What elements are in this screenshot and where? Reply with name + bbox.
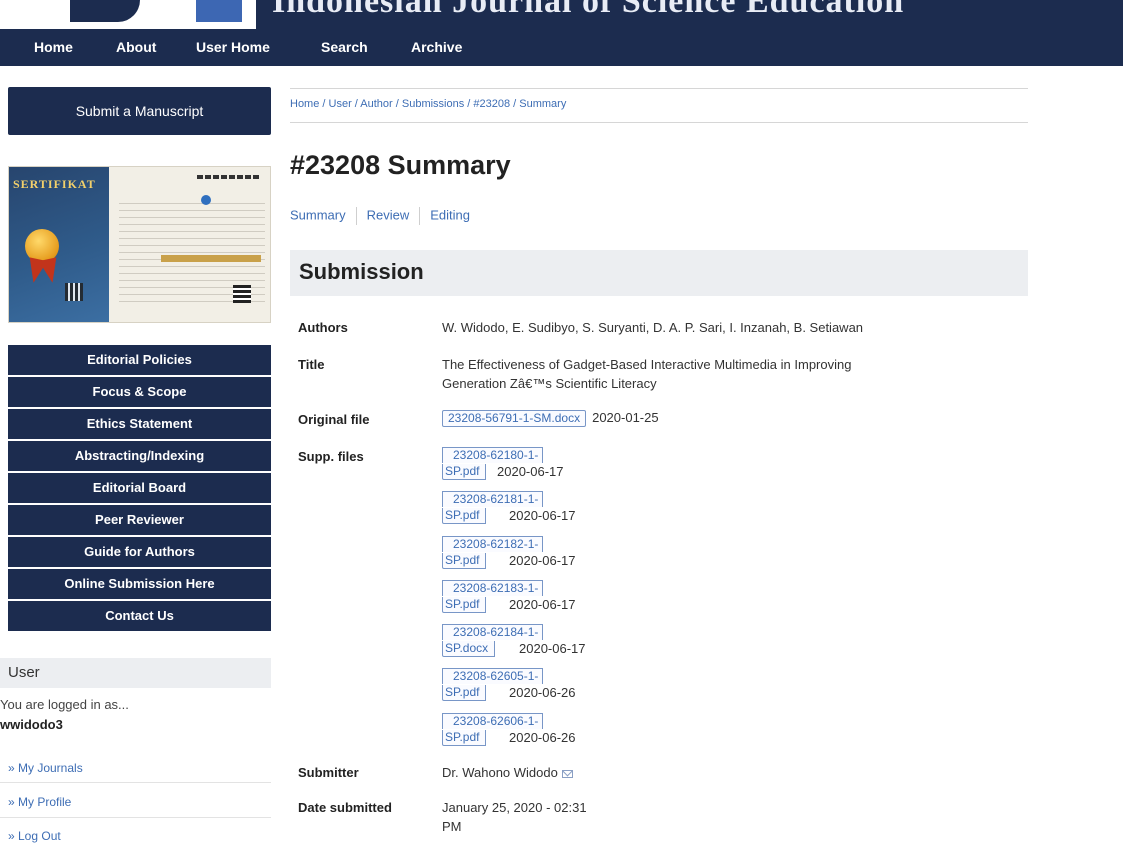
username: wwidodo3 [0,717,63,732]
certificate-gold-bar [161,255,261,262]
supp-file-link[interactable]: 23208-62605-1- [442,668,544,685]
divider [290,122,1028,123]
supp-file-date: 2020-06-26 [509,729,576,745]
date-submitted-label: Date submitted [298,800,392,815]
supp-files-list: 23208-62180-1- SP.pdf 2020-06-17 23208-6… [442,447,622,757]
certificate-header-strip [197,175,261,179]
original-file-row: 23208-56791-1-SM.docx 2020-01-25 [442,410,659,427]
logged-in-text: You are logged in as... [0,697,129,712]
submitter-value: Dr. Wahono Widodo [442,765,558,780]
supp-file-link[interactable]: SP.pdf [442,729,487,746]
journal-logo-accent [196,0,242,22]
divider [290,88,1028,89]
tab-editing[interactable]: Editing [430,207,470,222]
supp-file-link[interactable]: 23208-62606-1- [442,712,544,729]
sidebar-item-ethics-statement[interactable]: Ethics Statement [8,409,271,439]
supp-file-link[interactable]: 23208-62184-1- [442,624,544,641]
section-title: Submission [299,259,424,284]
supp-file-date: 2020-06-26 [509,685,576,701]
sidebar-item-editorial-policies[interactable]: Editorial Policies [8,345,271,375]
supp-file-link[interactable]: SP.pdf [442,596,487,613]
supp-file-link[interactable]: SP.pdf [442,508,487,525]
title-value-line1: The Effectiveness of Gadget-Based Intera… [442,357,852,372]
supp-file-link[interactable]: SP.pdf [442,685,487,702]
original-file-label: Original file [298,412,370,427]
page-title: #23208 Summary [290,150,511,180]
submitter-row: Dr. Wahono Widodo [442,765,573,780]
divider [355,207,357,225]
log-out-link[interactable]: » Log Out [8,829,61,843]
original-file-link[interactable]: 23208-56791-1-SM.docx [442,410,587,427]
nav-search[interactable]: Search [321,39,368,55]
tab-review[interactable]: Review [367,207,410,222]
journal-title: Indonesian Journal of Science Education [272,0,905,20]
supp-file-date: 2020-06-17 [497,464,564,479]
nav-about[interactable]: About [116,39,156,55]
nav-archive[interactable]: Archive [411,39,462,55]
supp-file-date: 2020-06-17 [509,508,576,524]
authors-value: W. Widodo, E. Sudibyo, S. Suryanti, D. A… [442,320,864,335]
divider [0,817,271,818]
certificate-banner[interactable]: SERTIFIKAT [8,166,271,323]
date-submitted-line2: PM [442,819,462,834]
divider [0,782,271,783]
supp-file-link[interactable]: 23208-62183-1- [442,579,544,596]
title-label: Title [298,357,325,372]
supp-file-item: 23208-62183-1- SP.pdf 2020-06-17 [442,579,622,624]
supp-file-item: 23208-62181-1- SP.pdf 2020-06-17 [442,491,622,535]
certificate-title: SERTIFIKAT [13,177,96,191]
supp-file-date: 2020-06-17 [509,596,576,612]
supp-files-label: Supp. files [298,449,364,464]
submission-tabs: Summary Review Editing [290,207,470,225]
authors-label: Authors [298,320,348,335]
date-submitted-line1: January 25, 2020 - 02:31 [442,800,587,815]
envelope-icon[interactable] [561,769,573,778]
sidebar-menu: Editorial Policies Focus & Scope Ethics … [8,345,271,633]
emblem-icon [201,195,211,205]
qr-code-icon [65,283,83,301]
my-profile-link[interactable]: » My Profile [8,795,71,809]
breadcrumb[interactable]: Home / User / Author / Submissions / #23… [290,98,566,110]
my-journals-link[interactable]: » My Journals [8,761,83,775]
supp-file-link[interactable]: SP.pdf [442,464,487,480]
divider [419,207,421,225]
sidebar-item-editorial-board[interactable]: Editorial Board [8,473,271,503]
supp-file-link[interactable]: 23208-62181-1- [442,491,544,508]
sidebar-item-guide-for-authors[interactable]: Guide for Authors [8,537,271,567]
supp-file-item: 23208-62606-1- SP.pdf 2020-06-26 [442,712,622,757]
nav-home[interactable]: Home [34,39,73,55]
supp-file-link[interactable]: SP.pdf [442,552,487,569]
journal-logo-shape[interactable] [70,0,140,22]
sidebar-item-peer-reviewer[interactable]: Peer Reviewer [8,505,271,535]
supp-file-item: 23208-62180-1- SP.pdf 2020-06-17 [442,447,622,491]
sidebar-item-focus-scope[interactable]: Focus & Scope [8,377,271,407]
supp-file-item: 23208-62605-1- SP.pdf 2020-06-26 [442,668,622,712]
title-value-line2: Generation Zâ€™s Scientific Literacy [442,376,657,391]
user-block-heading: User [0,658,271,688]
sidebar-item-contact-us[interactable]: Contact Us [8,601,271,631]
nav-user-home[interactable]: User Home [196,39,270,55]
tab-summary[interactable]: Summary [290,207,346,222]
supp-file-link[interactable]: 23208-62182-1- [442,535,544,552]
sidebar-item-abstracting-indexing[interactable]: Abstracting/Indexing [8,441,271,471]
supp-file-date: 2020-06-17 [509,552,576,568]
supp-file-link[interactable]: 23208-62180-1- [442,447,544,463]
submitter-label: Submitter [298,765,359,780]
submit-manuscript-button[interactable]: Submit a Manuscript [8,87,271,135]
qr-code-icon [233,285,251,303]
supp-file-date: 2020-06-17 [519,641,586,657]
site-header: Indonesian Journal of Science Education [0,0,1123,29]
supp-file-link[interactable]: SP.docx [442,641,496,658]
submission-section-header: Submission [290,250,1028,296]
original-file-date: 2020-01-25 [592,410,659,425]
supp-file-item: 23208-62184-1- SP.docx 2020-06-17 [442,624,622,668]
sidebar-item-online-submission[interactable]: Online Submission Here [8,569,271,599]
main-navbar: Home About User Home Search Archive [0,29,1123,66]
supp-file-item: 23208-62182-1- SP.pdf 2020-06-17 [442,535,622,580]
